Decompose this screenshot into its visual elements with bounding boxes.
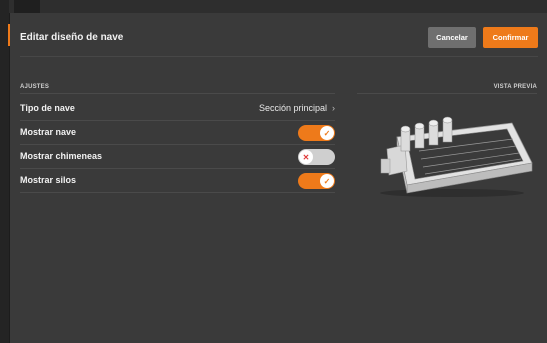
- show-silos-toggle[interactable]: ✓: [298, 173, 335, 189]
- barn-type-label: Tipo de nave: [20, 103, 75, 113]
- confirm-button[interactable]: Confirmar: [483, 27, 538, 48]
- show-chimneys-toggle[interactable]: ✕: [298, 149, 335, 165]
- barn-preview: [367, 101, 537, 201]
- barn-3d-model: [380, 116, 533, 197]
- preview-section-divider: [357, 93, 537, 94]
- x-icon: ✕: [299, 150, 313, 164]
- settings-section-divider: [20, 93, 335, 94]
- row-divider: [20, 192, 335, 193]
- show-barn-row: Mostrar nave ✓: [20, 121, 335, 145]
- cancel-button[interactable]: Cancelar: [428, 27, 476, 48]
- preview-section-label: VISTA PREVIA: [493, 84, 537, 90]
- dialog-title: Editar diseño de nave: [20, 32, 124, 43]
- show-barn-label: Mostrar nave: [20, 127, 77, 137]
- chevron-right-icon: ›: [332, 103, 335, 113]
- barn-type-value-group[interactable]: Sección principal ›: [259, 103, 335, 113]
- show-chimneys-label: Mostrar chimeneas: [20, 151, 103, 161]
- header-divider: [20, 56, 538, 57]
- app-top-bar-tab: [14, 0, 40, 13]
- show-chimneys-row: Mostrar chimeneas ✕: [20, 145, 335, 169]
- settings-section-label: AJUSTES: [20, 84, 50, 90]
- barn-type-value: Sección principal: [258, 103, 327, 113]
- check-icon: ✓: [320, 126, 334, 140]
- app-top-bar: [9, 0, 547, 13]
- app-sidebar: [0, 0, 9, 343]
- show-silos-row: Mostrar silos ✓: [20, 169, 335, 193]
- show-silos-label: Mostrar silos: [20, 175, 77, 185]
- check-icon: ✓: [320, 174, 334, 188]
- edit-barn-dialog: Editar diseño de nave Cancelar Confirmar…: [10, 13, 547, 343]
- barn-type-row[interactable]: Tipo de nave Sección principal ›: [20, 97, 335, 121]
- show-barn-toggle[interactable]: ✓: [298, 125, 335, 141]
